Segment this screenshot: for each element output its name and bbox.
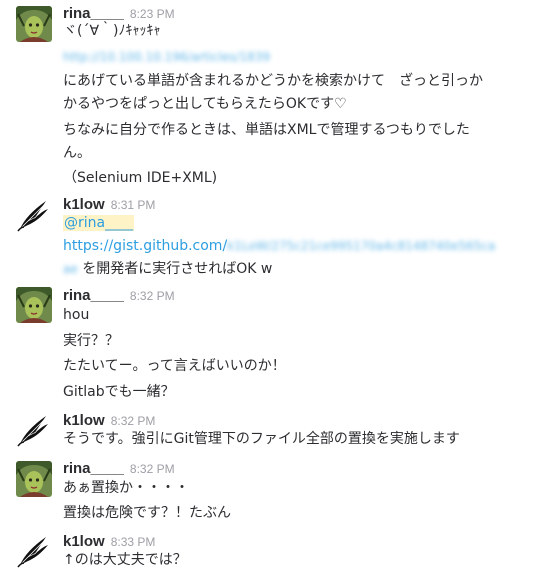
message-text: ちなみに自分で作るときは、単語はXMLで管理するつもりでした [63, 122, 470, 138]
message-text: ヾ(´∀｀)ﾉｷｬｯｷｬ [63, 23, 161, 39]
timestamp[interactable]: 8:23 PM [130, 7, 175, 21]
username[interactable]: k1low [63, 196, 105, 213]
message-text: あぁ置換か・・・・ [63, 480, 189, 496]
timestamp[interactable]: 8:33 PM [111, 535, 156, 549]
avatar-rina-icon [16, 287, 52, 323]
message-text: にあげている単語が含まれるかどうかを検索かけて ざっと引っか [63, 73, 483, 89]
message-text: hou [63, 307, 90, 323]
username[interactable]: k1low [63, 412, 105, 429]
message-text: ae を開発者に実行させればOK w [63, 258, 272, 280]
message-text: （Selenium IDE+XML) [63, 170, 218, 186]
message-link-blurred[interactable]: ae [63, 262, 78, 276]
message-text: 実行？？ [63, 333, 119, 349]
message-link[interactable]: https://gist.github.com/ [63, 238, 227, 254]
timestamp[interactable]: 8:32 PM [111, 414, 156, 428]
avatar[interactable] [16, 287, 52, 323]
avatar[interactable] [16, 412, 52, 448]
message-header: k1low 8:33 PM [63, 531, 155, 550]
message-header: k1low 8:32 PM [63, 410, 155, 429]
avatar-rina-icon [16, 461, 52, 497]
avatar[interactable] [16, 533, 52, 569]
message-text: Gitlabでも一緒？ [63, 384, 175, 400]
avatar-k1low-icon [16, 412, 52, 448]
user-mention[interactable]: @rina____ [63, 215, 135, 231]
message-header: rina____ 8:32 PM [63, 458, 175, 477]
message-text: たたいてー。って言えばいいのか！ [63, 358, 286, 374]
avatar-rina-icon [16, 6, 52, 42]
message-text: @rina____ [63, 212, 135, 234]
username[interactable]: k1low [63, 533, 105, 550]
username[interactable]: rina____ [63, 460, 124, 477]
avatar-k1low-icon [16, 197, 52, 233]
avatar[interactable] [16, 6, 52, 42]
timestamp[interactable]: 8:32 PM [130, 289, 175, 303]
message-link[interactable]: http://10.100.10.196/articles/1839 [63, 46, 270, 68]
message-text: そうです。強引にGit管理下のファイル全部の置換を実施します [63, 431, 460, 447]
timestamp[interactable]: 8:32 PM [130, 462, 175, 476]
message-text: https://gist.github.com/k1LoW/275c21ce99… [63, 235, 495, 257]
message-text: ↑のは大丈夫では？ [63, 552, 187, 568]
avatar-k1low-icon [16, 533, 52, 569]
message-header: rina____ 8:32 PM [63, 285, 175, 304]
message-text: 置換は危険です？！たぶん [63, 505, 231, 521]
avatar[interactable] [16, 197, 52, 233]
avatar[interactable] [16, 461, 52, 497]
message-text: ん。 [63, 145, 91, 161]
message-text-suffix: を開発者に実行させればOK w [77, 261, 273, 277]
username[interactable]: rina____ [63, 287, 124, 304]
message-text: かるやつをぱっと出してもらえたらOKです♡ [63, 96, 347, 112]
timestamp[interactable]: 8:31 PM [111, 198, 156, 212]
message-header: k1low 8:31 PM [63, 194, 155, 213]
message-link-blurred[interactable]: k1LoW/275c21ce995170a4c8148740e565ca [227, 239, 495, 253]
